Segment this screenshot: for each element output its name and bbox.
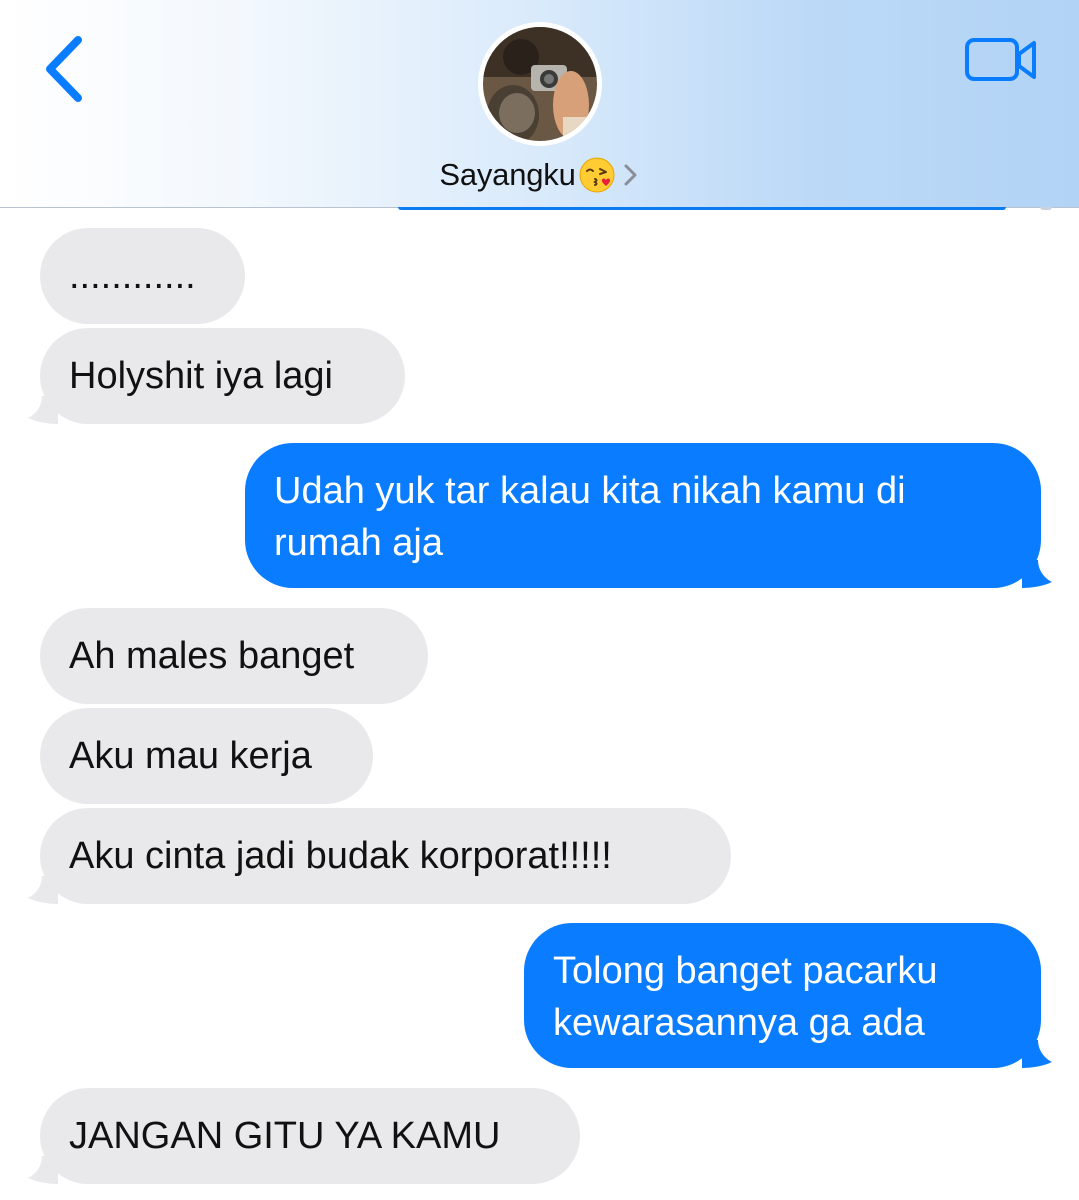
received-message-bubble[interactable]: Aku cinta jadi budak korporat!!!!! <box>40 808 731 904</box>
contact-name-button[interactable]: Sayangku <box>0 152 1079 198</box>
message-text: JANGAN GITU YA KAMU <box>69 1115 501 1157</box>
video-call-button[interactable] <box>962 36 1040 84</box>
contact-name: Sayangku <box>439 157 576 192</box>
previous-message-bubble-edge <box>398 207 1006 210</box>
received-message-bubble[interactable]: Aku mau kerja <box>40 708 373 804</box>
video-camera-icon <box>965 38 1036 81</box>
conversation-header: Sayangku <box>0 0 1079 208</box>
message-text: Aku mau kerja <box>69 735 312 777</box>
received-message-bubble[interactable]: Holyshit iya lagi <box>40 328 405 424</box>
message-text: Udah yuk tar kalau kita nikah kamu di ru… <box>274 470 906 564</box>
messages-screen: Sayangku ............ Holyshit iya lagi … <box>0 0 1079 1200</box>
back-button[interactable] <box>38 34 90 104</box>
message-text: Holyshit iya lagi <box>69 355 333 397</box>
avatar <box>483 27 597 141</box>
received-message-bubble[interactable]: ............ <box>40 228 245 324</box>
received-message-bubble[interactable]: JANGAN GITU YA KAMU <box>40 1088 580 1184</box>
received-bubble-tail <box>28 1156 58 1184</box>
sent-message-bubble[interactable]: Tolong banget pacarku kewarasannya ga ad… <box>524 923 1041 1068</box>
chevron-left-icon <box>46 36 82 102</box>
received-message-bubble[interactable]: Ah males banget <box>40 608 428 704</box>
received-bubble-tail <box>28 396 58 424</box>
chevron-right-icon <box>622 160 640 190</box>
sent-message-bubble[interactable]: Udah yuk tar kalau kita nikah kamu di ru… <box>245 443 1041 588</box>
face-blowing-kiss-emoji-icon <box>578 156 616 194</box>
sent-bubble-tail <box>1022 560 1052 588</box>
sent-bubble-tail <box>1022 1040 1052 1068</box>
message-text: Tolong banget pacarku kewarasannya ga ad… <box>553 950 938 1044</box>
message-text: Ah males banget <box>69 635 355 677</box>
message-text: ............ <box>69 255 196 297</box>
received-bubble-tail <box>28 876 58 904</box>
previous-message-tail-edge <box>1040 207 1052 210</box>
contact-avatar[interactable] <box>478 22 602 146</box>
message-text: Aku cinta jadi budak korporat!!!!! <box>69 835 612 877</box>
